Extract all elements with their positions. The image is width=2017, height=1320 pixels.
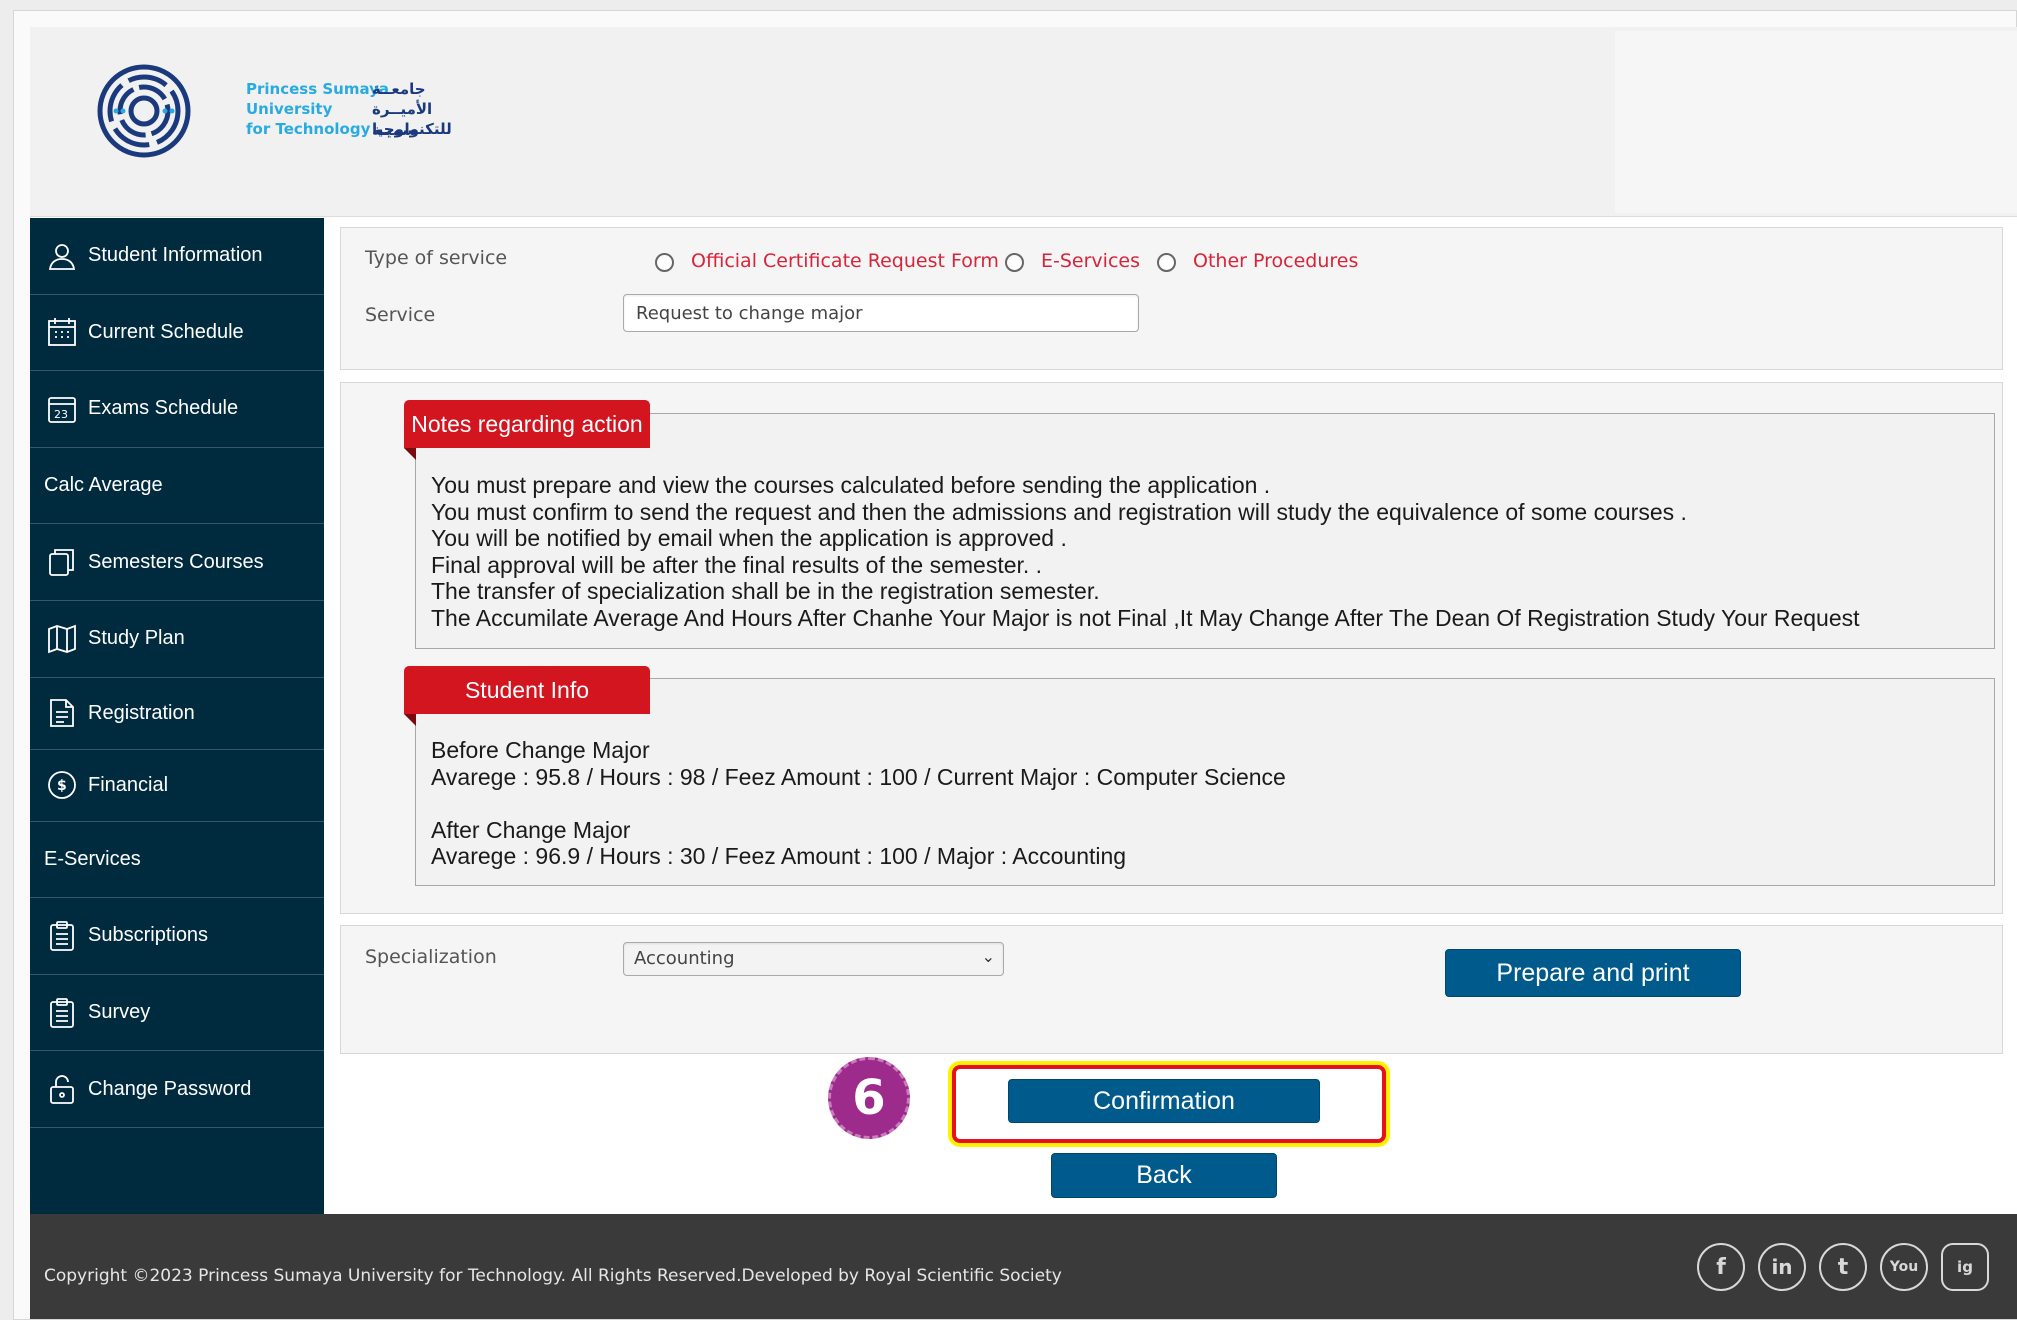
sidebar-item-label: Study Plan xyxy=(88,627,185,650)
after-change-details: Avarege : 96.9 / Hours : 30 / Feez Amoun… xyxy=(431,843,1127,869)
sidebar-item-label: Change Password xyxy=(88,1077,252,1100)
notes-list: You must prepare and view the courses ca… xyxy=(431,472,1860,631)
note-line: You must confirm to send the request and… xyxy=(431,498,1687,525)
svg-text:$: $ xyxy=(57,778,67,794)
sidebar-item-subscriptions[interactable]: Subscriptions xyxy=(30,898,324,975)
student-info-title: Student Info xyxy=(404,666,650,714)
clipboard-icon xyxy=(44,995,80,1031)
user-icon xyxy=(44,238,80,274)
copyright-text: Copyright ©2023 Princess Sumaya Universi… xyxy=(44,1266,1062,1286)
specialization-selected: Accounting xyxy=(634,948,735,969)
instagram-icon[interactable]: ig xyxy=(1941,1243,1989,1291)
prepare-and-print-button[interactable]: Prepare and print xyxy=(1445,949,1741,997)
sidebar-item-semesters-courses[interactable]: Semesters Courses xyxy=(30,524,324,601)
calendar-23-icon: 23 xyxy=(44,391,80,427)
radio-e-services[interactable] xyxy=(1005,253,1024,272)
sidebar-item-label: Exams Schedule xyxy=(88,397,239,420)
sidebar-item-e-services[interactable]: E-Services xyxy=(30,822,324,899)
note-line: You must prepare and view the courses ca… xyxy=(431,472,1271,498)
sidebar-item-label: Survey xyxy=(88,1001,151,1024)
notes-title: Notes regarding action xyxy=(404,400,650,448)
info-panel: You must prepare and view the courses ca… xyxy=(340,382,2003,914)
chevron-down-icon: ⌄ xyxy=(981,947,995,966)
before-change-details: Avarege : 95.8 / Hours : 98 / Feez Amoun… xyxy=(431,763,1286,790)
notes-box: You must prepare and view the courses ca… xyxy=(415,413,1995,649)
sidebar-item-survey[interactable]: Survey xyxy=(30,975,324,1052)
note-line: Final approval will be after the final r… xyxy=(431,551,1043,578)
service-label: Service xyxy=(365,304,436,326)
logo-emblem-icon xyxy=(97,64,191,158)
youtube-icon[interactable]: You xyxy=(1880,1243,1928,1291)
sidebar-item-label: E-Services xyxy=(44,847,141,870)
sidebar-item-calc-average[interactable]: Calc Average xyxy=(30,448,324,525)
sidebar-item-financial[interactable]: $ Financial xyxy=(30,750,324,822)
sidebar-item-student-information[interactable]: Student Information xyxy=(30,218,324,295)
document-icon xyxy=(44,695,80,731)
specialization-label: Specialization xyxy=(365,946,497,968)
logo-en-line: Princess Sumaya xyxy=(246,80,390,98)
service-field[interactable]: Request to change major xyxy=(623,294,1139,332)
sidebar-item-change-password[interactable]: Change Password xyxy=(30,1051,324,1128)
footer: Copyright ©2023 Princess Sumaya Universi… xyxy=(30,1214,2017,1319)
facebook-icon[interactable]: f xyxy=(1697,1243,1745,1291)
sidebar-item-study-plan[interactable]: Study Plan xyxy=(30,601,324,678)
calendar-icon xyxy=(44,314,80,350)
copy-icon xyxy=(44,544,80,580)
header: Princess Sumaya University for Technolog… xyxy=(30,27,2017,217)
sidebar-item-registration[interactable]: Registration xyxy=(30,678,324,750)
sidebar-item-label: Registration xyxy=(88,701,195,724)
note-line: The Accumilate Average And Hours After C… xyxy=(431,604,1860,631)
sidebar-item-current-schedule[interactable]: Current Schedule xyxy=(30,295,324,372)
sidebar-item-label: Financial xyxy=(88,773,169,796)
specialization-panel: Specialization Accounting ⌄ Prepare and … xyxy=(340,925,2003,1054)
service-panel: Type of service Official Certificate Req… xyxy=(340,227,2003,370)
logo-ar-line: للتكنولوجيا xyxy=(372,120,452,138)
back-button[interactable]: Back xyxy=(1051,1153,1277,1198)
radio-label-e-services[interactable]: E-Services xyxy=(1041,250,1140,272)
map-icon xyxy=(44,621,80,657)
dollar-icon: $ xyxy=(44,767,80,803)
student-info-content: Before Change Major Avarege : 95.8 / Hou… xyxy=(431,737,1286,870)
ribbon-fold xyxy=(404,448,416,460)
app-shell: Princess Sumaya University for Technolog… xyxy=(30,27,2017,1319)
twitter-icon[interactable]: t xyxy=(1819,1243,1867,1291)
clipboard-icon xyxy=(44,918,80,954)
header-right-panel xyxy=(1615,31,2017,213)
sidebar-item-label: Calc Average xyxy=(44,474,163,497)
svg-text:23: 23 xyxy=(54,408,68,421)
radio-label-other-procedures[interactable]: Other Procedures xyxy=(1193,250,1358,272)
step-badge: 6 xyxy=(828,1057,910,1139)
radio-official-certificate[interactable] xyxy=(655,253,674,272)
sidebar-item-label: Current Schedule xyxy=(88,320,244,343)
radio-label-official-certificate[interactable]: Official Certificate Request Form xyxy=(691,250,999,272)
note-line: You will be notified by email when the a… xyxy=(431,525,1067,551)
type-of-service-label: Type of service xyxy=(365,247,508,269)
linkedin-icon[interactable]: in xyxy=(1758,1243,1806,1291)
logo-ar-line: جامعــة xyxy=(372,80,426,98)
after-change-heading: After Change Major xyxy=(431,816,631,843)
sidebar-item-label: Semesters Courses xyxy=(88,550,264,573)
ribbon-fold xyxy=(404,714,416,726)
note-line: The transfer of specialization shall be … xyxy=(431,578,1100,604)
lock-icon xyxy=(44,1071,80,1107)
specialization-select[interactable]: Accounting ⌄ xyxy=(623,942,1004,976)
before-change-heading: Before Change Major xyxy=(431,737,650,763)
sidebar: Student Information Current Schedule 23 … xyxy=(30,218,324,1214)
sidebar-item-label: Subscriptions xyxy=(88,924,209,947)
logo-en-line: University xyxy=(246,100,333,118)
radio-other-procedures[interactable] xyxy=(1157,253,1176,272)
sidebar-item-exams-schedule[interactable]: 23 Exams Schedule xyxy=(30,371,324,448)
logo-en-line: for Technology xyxy=(246,120,371,138)
university-logo[interactable]: Princess Sumaya University for Technolog… xyxy=(96,63,452,163)
confirmation-button[interactable]: Confirmation xyxy=(1008,1079,1320,1123)
student-info-box: Before Change Major Avarege : 95.8 / Hou… xyxy=(415,678,1995,886)
sidebar-item-label: Student Information xyxy=(88,244,263,267)
